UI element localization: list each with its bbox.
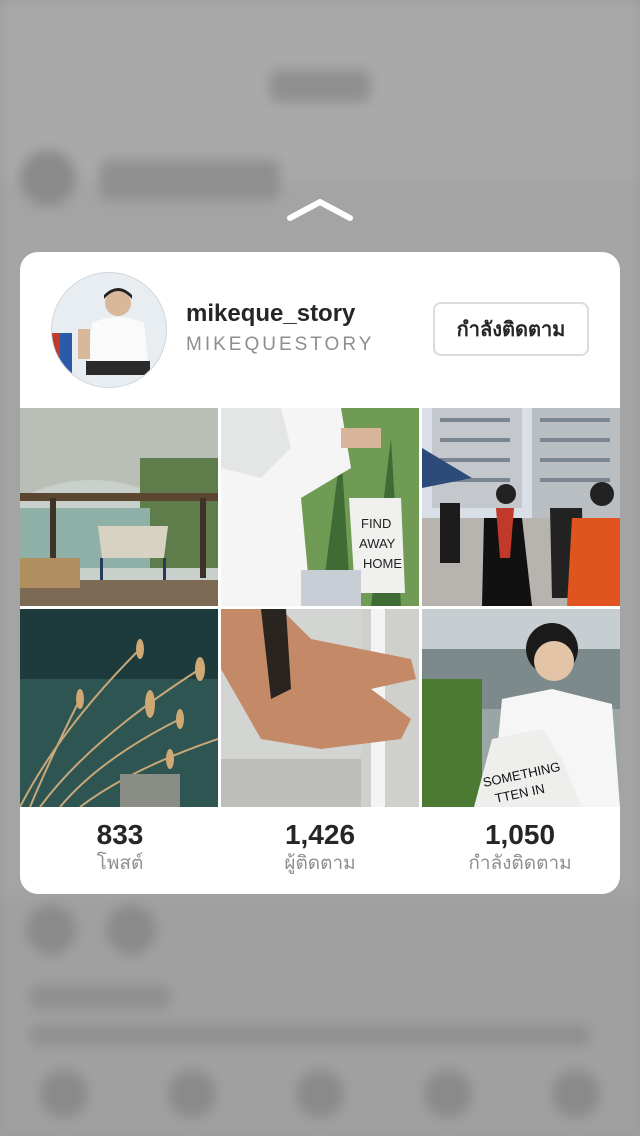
- posts-count[interactable]: 833 โพสต์: [20, 818, 220, 876]
- background-caption-3: [30, 1025, 590, 1045]
- avatar[interactable]: [51, 272, 167, 388]
- following-count-value: 1,050: [484, 819, 556, 850]
- post-thumbnail[interactable]: [221, 609, 419, 807]
- posts-count-value: 833: [96, 819, 144, 850]
- post-thumbnail[interactable]: [422, 408, 620, 606]
- background-caption: [100, 160, 280, 200]
- svg-text:FIND: FIND: [361, 516, 391, 531]
- posts-count-label: โพสต์: [96, 853, 144, 874]
- background-like-icon: [26, 905, 76, 955]
- followers-count-value: 1,426: [284, 819, 356, 850]
- svg-text:HOME: HOME: [363, 556, 402, 571]
- background-username: [270, 70, 370, 102]
- background-heart-icon: [424, 1070, 472, 1118]
- background-search-icon: [168, 1070, 216, 1118]
- post-thumbnail[interactable]: FIND AWAY HOME: [221, 408, 419, 606]
- background-add-icon: [296, 1070, 344, 1118]
- posts-grid: FIND AWAY HOME SOMETHING TTEN IN: [20, 408, 620, 808]
- background-home-icon: [40, 1070, 88, 1118]
- background-avatar: [20, 150, 76, 206]
- username[interactable]: mikeque_story: [186, 300, 355, 328]
- background-caption-2: [30, 985, 170, 1009]
- background-comment-icon: [106, 905, 156, 955]
- full-name: MIKEQUESTORY: [186, 334, 375, 355]
- following-count[interactable]: 1,050 กำลังติดตาม: [420, 818, 620, 876]
- followers-count[interactable]: 1,426 ผู้ติดตาม: [220, 818, 420, 876]
- chevron-up-icon[interactable]: [286, 196, 354, 224]
- background-profile-icon: [552, 1070, 600, 1118]
- following-button[interactable]: กำลังติดตาม: [433, 302, 589, 356]
- post-thumbnail[interactable]: [20, 609, 218, 807]
- post-thumbnail[interactable]: [20, 408, 218, 606]
- following-count-label: กำลังติดตาม: [468, 853, 572, 874]
- svg-text:AWAY: AWAY: [359, 536, 396, 551]
- profile-preview-card: mikeque_story MIKEQUESTORY กำลังติดตาม F…: [20, 252, 620, 894]
- post-thumbnail[interactable]: SOMETHING TTEN IN: [422, 609, 620, 807]
- profile-header: mikeque_story MIKEQUESTORY กำลังติดตาม: [20, 252, 620, 408]
- followers-count-label: ผู้ติดตาม: [284, 853, 356, 874]
- profile-stats: 833 โพสต์ 1,426 ผู้ติดตาม 1,050 กำลังติด…: [20, 818, 620, 888]
